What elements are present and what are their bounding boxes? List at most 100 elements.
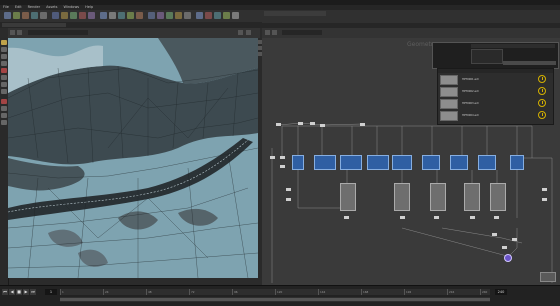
tool-icon[interactable]	[79, 12, 86, 19]
display-options-icon[interactable]	[246, 30, 251, 35]
brush-tool-icon[interactable]	[1, 106, 7, 111]
output-node[interactable]	[504, 254, 512, 262]
tool-icon[interactable]	[40, 12, 47, 19]
frame-range-slider[interactable]	[60, 297, 490, 302]
network-node[interactable]	[470, 216, 475, 219]
popup-path-field[interactable]	[471, 44, 555, 48]
tab-network[interactable]	[264, 11, 286, 16]
rotate-tool-icon[interactable]	[1, 54, 7, 59]
tool-icon[interactable]	[196, 12, 203, 19]
tool-icon[interactable]	[157, 12, 164, 19]
tool-icon[interactable]	[13, 12, 20, 19]
blue-network-node[interactable]	[478, 155, 496, 170]
network-node[interactable]	[512, 238, 517, 241]
tool-icon[interactable]	[61, 12, 68, 19]
gray-network-node[interactable]	[430, 183, 446, 211]
tool-icon[interactable]	[52, 12, 59, 19]
auto-update-toggle[interactable]	[515, 289, 555, 295]
network-node[interactable]	[360, 123, 365, 126]
jump-start-icon[interactable]: ⏮	[2, 289, 8, 295]
current-frame-field[interactable]: 1	[45, 289, 57, 295]
network-note[interactable]	[540, 272, 556, 282]
move-tool-icon[interactable]	[1, 47, 7, 52]
tool-icon[interactable]	[184, 12, 191, 19]
view-tool-icon[interactable]	[1, 82, 7, 87]
network-node[interactable]	[276, 123, 281, 126]
viewport-path-field[interactable]	[28, 30, 88, 35]
tab-animation-editor[interactable]	[24, 23, 46, 27]
tab-scene-view[interactable]	[2, 23, 26, 27]
tool-icon[interactable]	[100, 12, 107, 19]
step-back-icon[interactable]: ◀	[9, 289, 15, 295]
tool-icon[interactable]	[136, 12, 143, 19]
network-node[interactable]	[502, 246, 507, 249]
tool-icon[interactable]	[223, 12, 230, 19]
tool-icon[interactable]	[31, 12, 38, 19]
power-icon[interactable]	[538, 111, 546, 119]
measure-tool-icon[interactable]	[1, 113, 7, 118]
play-icon[interactable]: ▶	[23, 289, 29, 295]
end-frame-field[interactable]: 240	[495, 289, 507, 295]
network-node[interactable]	[280, 165, 285, 168]
blue-network-node[interactable]	[422, 155, 440, 170]
tool-icon[interactable]	[109, 12, 116, 19]
popup-action-button[interactable]	[503, 61, 556, 65]
timeline-ruler[interactable]: 1 24 48 72 96 120 144 168 192 216 240	[60, 289, 490, 295]
tab-render-view[interactable]	[44, 23, 66, 27]
gray-network-node[interactable]	[464, 183, 480, 211]
network-node[interactable]	[344, 216, 349, 219]
pose-tool-icon[interactable]	[1, 75, 7, 80]
power-icon[interactable]	[538, 99, 546, 107]
tab-material-palette[interactable]	[304, 11, 326, 16]
network-node[interactable]	[298, 122, 303, 125]
blue-network-node[interactable]	[510, 155, 524, 170]
network-node[interactable]	[434, 216, 439, 219]
scale-tool-icon[interactable]	[1, 61, 7, 66]
network-node[interactable]	[286, 188, 291, 191]
jump-end-icon[interactable]: ⏭	[30, 289, 36, 295]
tool-icon[interactable]	[118, 12, 125, 19]
network-node[interactable]	[280, 156, 285, 159]
tool-icon[interactable]	[127, 12, 134, 19]
blue-network-node[interactable]	[392, 155, 412, 170]
light-tool-icon[interactable]	[1, 120, 7, 125]
forward-icon[interactable]	[272, 30, 277, 35]
tool-icon[interactable]	[205, 12, 212, 19]
blue-network-node[interactable]	[367, 155, 389, 170]
tab-tree-view[interactable]	[284, 11, 306, 16]
power-icon[interactable]	[538, 75, 546, 83]
file-row[interactable]: HPT0004.ext	[440, 110, 552, 121]
back-icon[interactable]	[10, 30, 15, 35]
tool-icon[interactable]	[214, 12, 221, 19]
file-row[interactable]: HPT0001.ext	[440, 74, 552, 85]
forward-icon[interactable]	[17, 30, 22, 35]
blue-network-node[interactable]	[450, 155, 468, 170]
network-node[interactable]	[310, 122, 315, 125]
network-node[interactable]	[400, 216, 405, 219]
back-icon[interactable]	[265, 30, 270, 35]
power-icon[interactable]	[538, 87, 546, 95]
tool-icon[interactable]	[4, 12, 11, 19]
network-node[interactable]	[270, 156, 275, 159]
network-node[interactable]	[492, 233, 497, 236]
tool-icon[interactable]	[88, 12, 95, 19]
tool-icon[interactable]	[166, 12, 173, 19]
tool-icon[interactable]	[148, 12, 155, 19]
3d-viewport[interactable]	[8, 38, 258, 278]
file-row[interactable]: HPT0002.ext	[440, 86, 552, 97]
handle-tool-icon[interactable]	[1, 68, 7, 73]
tool-icon[interactable]	[70, 12, 77, 19]
stop-icon[interactable]: ■	[16, 289, 22, 295]
gray-network-node[interactable]	[490, 183, 506, 211]
gray-network-node[interactable]	[340, 183, 356, 211]
blue-network-node[interactable]	[292, 155, 304, 170]
select-tool-icon[interactable]	[1, 40, 7, 45]
camera-icon[interactable]	[238, 30, 243, 35]
tool-icon[interactable]	[232, 12, 239, 19]
snap-tool-icon[interactable]	[1, 89, 7, 94]
record-icon[interactable]	[1, 99, 7, 104]
network-node[interactable]	[542, 198, 547, 201]
network-node[interactable]	[542, 188, 547, 191]
blue-network-node[interactable]	[314, 155, 336, 170]
frame-range-bar[interactable]	[60, 298, 490, 301]
